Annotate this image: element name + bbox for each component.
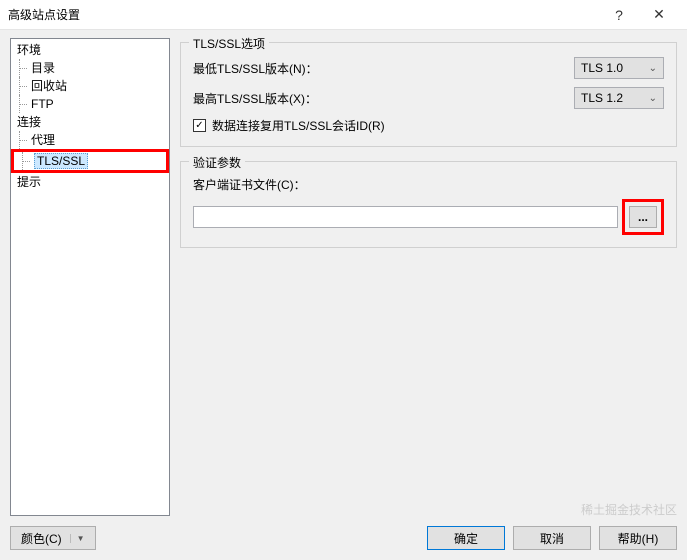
- chevron-down-icon: ⌄: [649, 63, 657, 74]
- color-button[interactable]: 颜色(C) ▼: [10, 526, 96, 550]
- max-tls-label: 最高TLS/SSL版本(X)：: [193, 90, 317, 107]
- cert-label: 客户端证书文件(C)：: [193, 176, 664, 193]
- window-title: 高级站点设置: [8, 6, 599, 23]
- nav-tree[interactable]: 环境 目录 回收站 FTP 连接 代理 TLS/SSL 提示: [10, 38, 170, 516]
- min-tls-select[interactable]: TLS 1.0 ⌄: [574, 57, 664, 79]
- cert-row: ...: [193, 199, 664, 235]
- chevron-down-icon: ⌄: [649, 93, 657, 104]
- tree-item-tlsssl[interactable]: TLS/SSL: [11, 149, 169, 173]
- max-tls-row: 最高TLS/SSL版本(X)： TLS 1.2 ⌄: [193, 87, 664, 109]
- dialog-footer: 颜色(C) ▼ 确定 取消 帮助(H): [0, 516, 687, 560]
- tree-item-proxy[interactable]: 代理: [11, 131, 169, 149]
- tree-item-dir[interactable]: 目录: [11, 59, 169, 77]
- ok-button[interactable]: 确定: [427, 526, 505, 550]
- max-tls-select[interactable]: TLS 1.2 ⌄: [574, 87, 664, 109]
- max-tls-value: TLS 1.2: [581, 91, 623, 105]
- min-tls-row: 最低TLS/SSL版本(N)： TLS 1.0 ⌄: [193, 57, 664, 79]
- auth-params-group: 验证参数 客户端证书文件(C)： ...: [180, 161, 677, 248]
- tls-options-group: TLS/SSL选项 最低TLS/SSL版本(N)： TLS 1.0 ⌄ 最高TL…: [180, 42, 677, 147]
- tree-item-env[interactable]: 环境: [11, 41, 169, 59]
- reuse-session-row: 数据连接复用TLS/SSL会话ID(R): [193, 117, 664, 134]
- close-button[interactable]: ✕: [639, 0, 679, 30]
- browse-button[interactable]: ...: [629, 206, 657, 228]
- content-pane: TLS/SSL选项 最低TLS/SSL版本(N)： TLS 1.0 ⌄ 最高TL…: [180, 38, 677, 516]
- tree-item-prompt[interactable]: 提示: [11, 173, 169, 191]
- tls-group-title: TLS/SSL选项: [189, 35, 269, 52]
- browse-highlight: ...: [622, 199, 664, 235]
- min-tls-label: 最低TLS/SSL版本(N)：: [193, 60, 318, 77]
- cert-file-input[interactable]: [193, 206, 618, 228]
- help-button-footer[interactable]: 帮助(H): [599, 526, 677, 550]
- cancel-button[interactable]: 取消: [513, 526, 591, 550]
- min-tls-value: TLS 1.0: [581, 61, 623, 75]
- tree-item-conn[interactable]: 连接: [11, 113, 169, 131]
- tree-item-ftp[interactable]: FTP: [11, 95, 169, 113]
- tree-pane: 环境 目录 回收站 FTP 连接 代理 TLS/SSL 提示: [10, 38, 170, 516]
- dropdown-icon: ▼: [70, 534, 85, 543]
- reuse-session-label: 数据连接复用TLS/SSL会话ID(R): [212, 117, 385, 134]
- dialog-body: 环境 目录 回收站 FTP 连接 代理 TLS/SSL 提示 TLS/SSL选项…: [0, 30, 687, 516]
- titlebar: 高级站点设置 ? ✕: [0, 0, 687, 30]
- auth-group-title: 验证参数: [189, 154, 245, 171]
- reuse-session-checkbox[interactable]: [193, 119, 206, 132]
- tree-item-recycle[interactable]: 回收站: [11, 77, 169, 95]
- dialog-window: 高级站点设置 ? ✕ 环境 目录 回收站 FTP 连接 代理 TLS/SSL 提…: [0, 0, 687, 560]
- help-button[interactable]: ?: [599, 0, 639, 30]
